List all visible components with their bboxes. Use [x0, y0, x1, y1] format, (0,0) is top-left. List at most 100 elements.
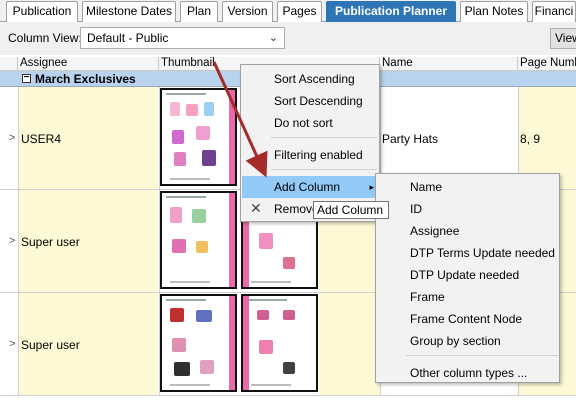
divider [18, 293, 19, 395]
thumb-footer [251, 281, 291, 283]
thumb-footer [170, 384, 210, 386]
thumb-art [283, 362, 295, 374]
thumb-footer [170, 178, 210, 180]
menu-item-label: Filtering enabled [274, 148, 363, 162]
thumb-art [196, 241, 208, 253]
menu-separator [271, 169, 377, 170]
submenu-item-name[interactable]: Name [377, 176, 560, 198]
tab-plan[interactable]: Plan [180, 1, 218, 22]
menu-item-label: Sort Descending [274, 94, 363, 108]
thumb-text [247, 299, 287, 301]
tab-plan-notes[interactable]: Plan Notes [460, 1, 528, 22]
toolbar: Column View: Default - Public ⌄ View [0, 22, 576, 55]
thumb-art [196, 126, 210, 140]
thumb-art [204, 102, 214, 116]
thumb-text [166, 93, 206, 95]
collapse-toggle-icon[interactable]: − [22, 73, 31, 83]
page-numbers-cell: 8, 9 [520, 132, 541, 146]
tab-version[interactable]: Version [222, 1, 273, 22]
chevron-down-icon: ⌄ [268, 32, 278, 44]
tab-strip: Publication Milestone Dates Plan Version… [0, 0, 576, 22]
divider [18, 87, 19, 189]
tab-publication[interactable]: Publication [6, 1, 78, 22]
tab-milestone-dates[interactable]: Milestone Dates [82, 1, 176, 22]
tab-pages[interactable]: Pages [277, 1, 322, 22]
row-expander-icon[interactable]: > [9, 132, 15, 144]
header-spacer [0, 57, 18, 71]
menu-item-label: Remove [274, 202, 319, 216]
thumb-art [200, 360, 214, 374]
thumb-art [174, 362, 190, 376]
thumb-text [166, 196, 206, 198]
thumb-art [283, 257, 295, 269]
thumb-art [196, 310, 212, 322]
thumb-art [170, 207, 182, 223]
column-header-page-numbers[interactable]: Page Numbe [518, 57, 576, 71]
column-view-label: Column View: [8, 31, 82, 45]
page-thumbnail[interactable] [160, 294, 237, 392]
menu-item-sort-ascending[interactable]: Sort Ascending [242, 68, 380, 90]
thumb-art [283, 310, 295, 320]
submenu-item-other-column-types[interactable]: Other column types ... [377, 362, 560, 384]
group-label: March Exclusives [35, 72, 136, 86]
cell-bg [319, 293, 380, 395]
thumb-art [257, 310, 269, 320]
thumb-art [172, 130, 184, 144]
view-button[interactable]: View [550, 28, 576, 49]
column-header-assignee[interactable]: Assignee [18, 57, 159, 71]
thumb-art [172, 338, 186, 352]
thumb-band [229, 90, 235, 184]
menu-item-do-not-sort[interactable]: Do not sort [242, 112, 380, 134]
thumb-art [259, 233, 273, 249]
row-expander-icon[interactable]: > [9, 235, 15, 247]
thumb-band [229, 193, 235, 287]
divider [18, 190, 19, 292]
thumb-art [192, 209, 206, 223]
thumb-band [243, 296, 249, 390]
thumb-art [202, 150, 216, 166]
submenu-item-dtp-terms-update-needed[interactable]: DTP Terms Update needed [377, 242, 560, 264]
submenu-item-group-by-section[interactable]: Group by section [377, 330, 560, 352]
submenu-item-assignee[interactable]: Assignee [377, 220, 560, 242]
thumb-art [186, 104, 198, 116]
menu-item-label: Add Column [274, 180, 341, 194]
thumb-art [259, 340, 273, 354]
column-context-menu: Sort Ascending Sort Descending Do not so… [240, 64, 380, 222]
column-view-value: Default - Public [87, 31, 169, 45]
page-thumbnail[interactable] [160, 88, 237, 186]
page-thumbnail[interactable] [241, 294, 318, 392]
thumb-footer [251, 384, 291, 386]
add-column-submenu: Name ID Assignee DTP Terms Update needed… [375, 173, 560, 383]
thumb-text [166, 299, 206, 301]
assignee-cell: Super user [21, 338, 80, 352]
tooltip-add-column: Add Column [313, 201, 389, 219]
thumb-art [170, 308, 184, 322]
submenu-item-dtp-update-needed[interactable]: DTP Update needed [377, 264, 560, 286]
thumb-art [170, 102, 180, 116]
submenu-item-frame[interactable]: Frame [377, 286, 560, 308]
row-expander-icon[interactable]: > [9, 338, 15, 350]
submenu-arrow-icon: ▸ [369, 182, 374, 192]
submenu-item-id[interactable]: ID [377, 198, 560, 220]
menu-item-label: Sort Ascending [274, 72, 355, 86]
column-view-select[interactable]: Default - Public ⌄ [80, 27, 285, 49]
name-cell: Party Hats [382, 132, 439, 146]
remove-x-icon: ✕ [250, 200, 262, 216]
thumb-art [174, 152, 186, 166]
menu-item-filtering-enabled[interactable]: Filtering enabled [242, 144, 380, 166]
column-header-name[interactable]: Name [380, 57, 518, 71]
thumb-art [172, 239, 186, 253]
menu-separator [271, 137, 377, 138]
assignee-cell: USER4 [21, 132, 62, 146]
thumb-footer [170, 281, 210, 283]
tab-publication-planner[interactable]: Publication Planner [326, 1, 456, 22]
submenu-item-frame-content-node[interactable]: Frame Content Node [377, 308, 560, 330]
page-thumbnail[interactable] [160, 191, 237, 289]
menu-item-label: Do not sort [274, 116, 333, 130]
thumb-band [229, 296, 235, 390]
menu-item-add-column[interactable]: Add Column ▸ [242, 176, 380, 198]
assignee-cell: Super user [21, 235, 80, 249]
tab-financials[interactable]: Financi [532, 1, 576, 22]
menu-item-sort-descending[interactable]: Sort Descending [242, 90, 380, 112]
menu-separator [406, 355, 558, 356]
